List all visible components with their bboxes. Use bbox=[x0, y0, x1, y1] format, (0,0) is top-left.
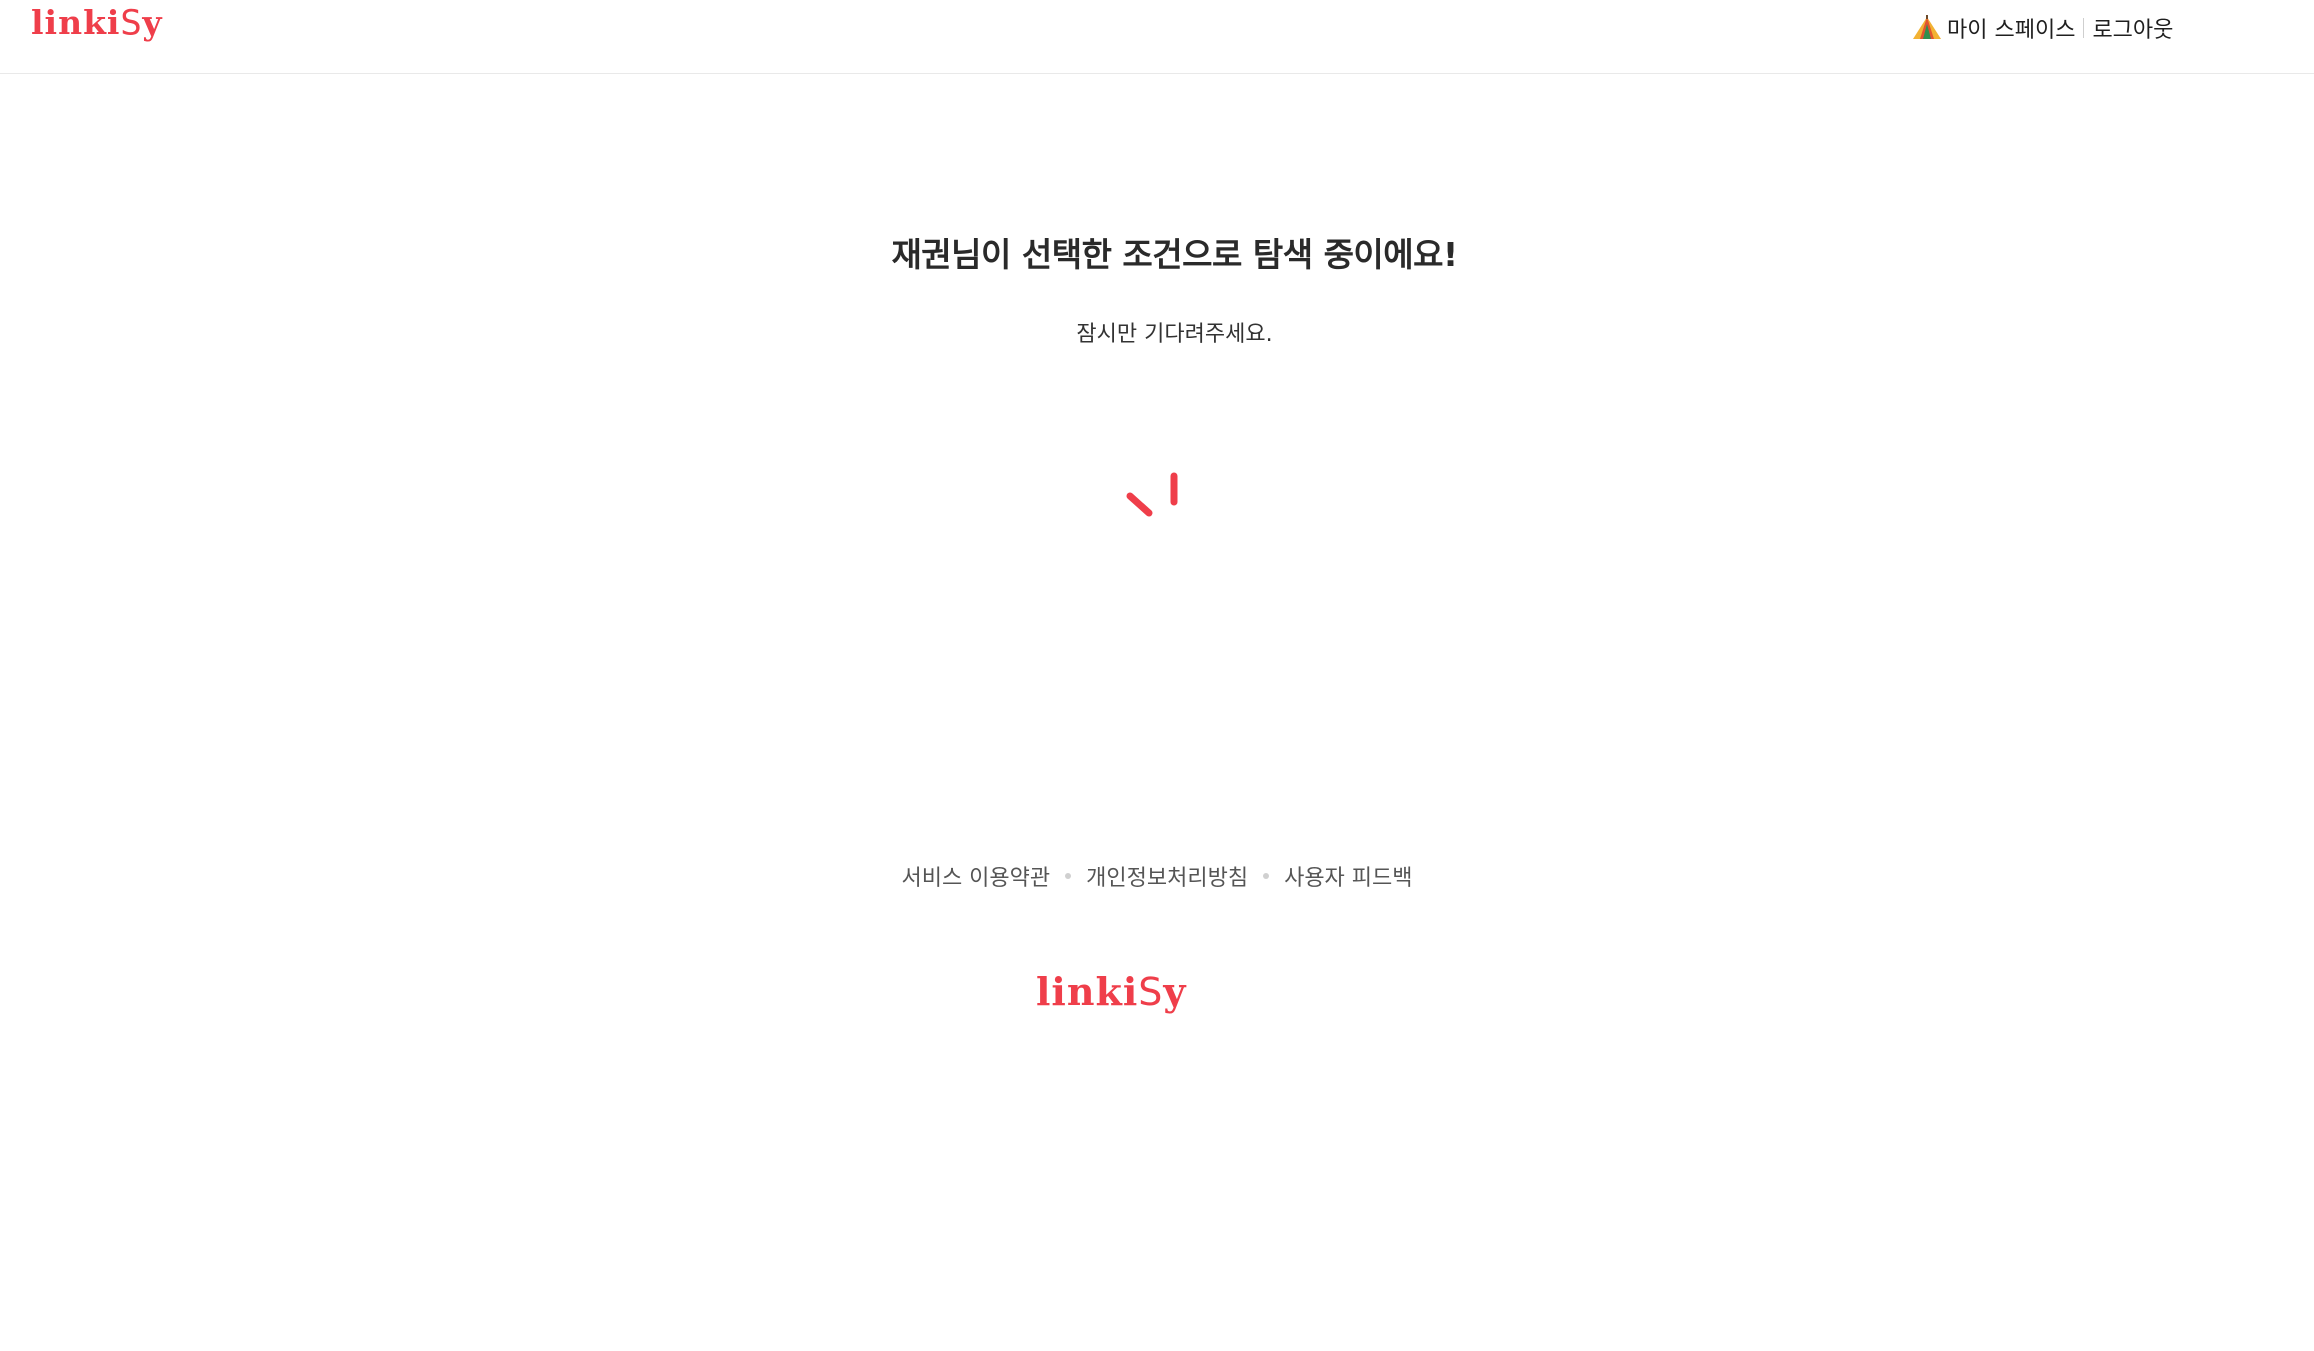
footer-separator-dot bbox=[1263, 873, 1270, 879]
logo-text-s: S bbox=[120, 2, 143, 43]
tent-icon[interactable] bbox=[1912, 15, 1942, 41]
footer-separator-dot bbox=[1065, 873, 1072, 879]
top-header: linkiSy 마이 스페이스 로그아웃 bbox=[0, 0, 2314, 74]
myspace-link[interactable]: 마이 스페이스 bbox=[1947, 12, 2075, 44]
footer-logo-s: S bbox=[1138, 970, 1164, 1014]
privacy-link[interactable]: 개인정보처리방침 bbox=[1086, 860, 1248, 892]
terms-link[interactable]: 서비스 이용약관 bbox=[901, 860, 1050, 892]
page-title: 재권님이 선택한 조건으로 탐색 중이에요! bbox=[891, 235, 1458, 274]
header-nav: 마이 스페이스 로그아웃 bbox=[1912, 8, 2173, 48]
logo-text-suffix: y bbox=[142, 3, 163, 42]
logo-text-prefix: linki bbox=[31, 3, 121, 42]
nav-divider bbox=[2083, 18, 2085, 38]
footer-logo[interactable]: linkiSy bbox=[1036, 969, 1187, 1015]
header-logo[interactable]: linkiSy bbox=[31, 2, 163, 43]
feedback-link[interactable]: 사용자 피드백 bbox=[1284, 860, 1412, 892]
logout-link[interactable]: 로그아웃 bbox=[2092, 12, 2173, 44]
footer-links: 서비스 이용약관 개인정보처리방침 사용자 피드백 bbox=[0, 860, 2314, 892]
page-subtitle: 잠시만 기다려주세요. bbox=[1076, 322, 1273, 347]
loading-spinner-icon bbox=[1118, 466, 1178, 526]
footer-logo-prefix: linki bbox=[1036, 969, 1139, 1014]
footer-logo-suffix: y bbox=[1163, 969, 1187, 1014]
